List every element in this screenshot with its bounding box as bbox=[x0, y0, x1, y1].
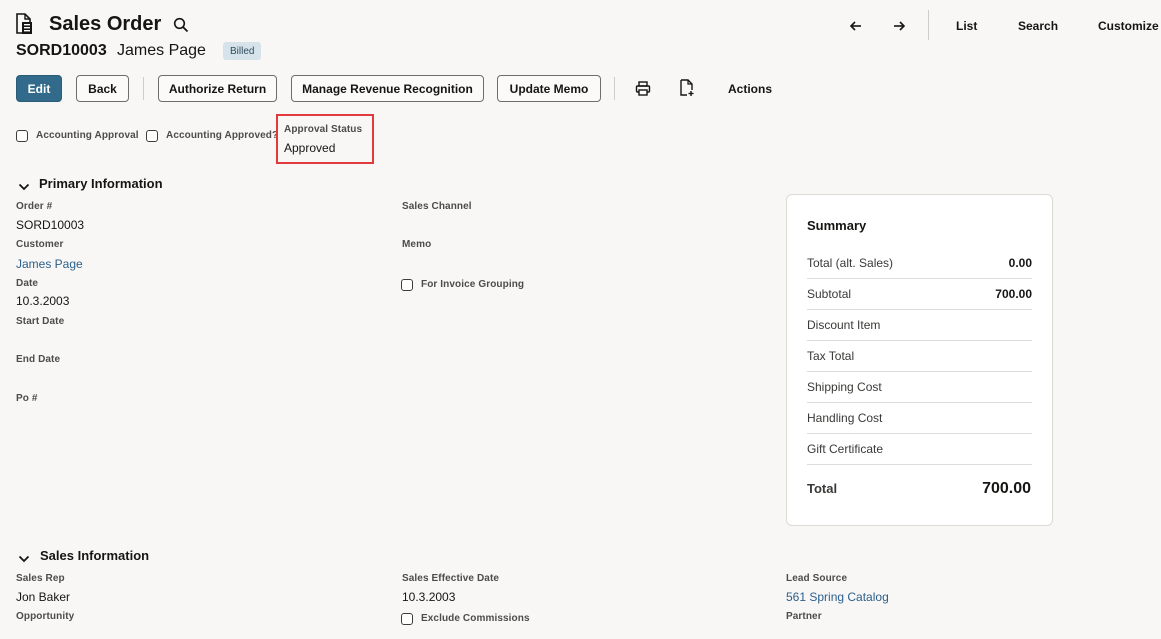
summary-row-value: 700.00 bbox=[995, 287, 1032, 301]
summary-total-value: 700.00 bbox=[982, 480, 1031, 497]
new-document-icon[interactable] bbox=[679, 79, 695, 102]
memo-label: Memo bbox=[402, 239, 432, 250]
summary-row-label: Total (alt. Sales) bbox=[807, 256, 894, 270]
sales-rep-label: Sales Rep bbox=[16, 573, 65, 584]
summary-row-label: Shipping Cost bbox=[807, 380, 882, 394]
actions-menu[interactable]: Actions bbox=[728, 82, 772, 96]
arrow-left-icon[interactable] bbox=[849, 19, 863, 37]
list-link[interactable]: List bbox=[956, 19, 977, 33]
customer-label: Customer bbox=[16, 239, 64, 250]
summary-row: Total (alt. Sales) 0.00 bbox=[807, 248, 1032, 279]
summary-row: Handling Cost bbox=[807, 403, 1032, 434]
page-title: Sales Order bbox=[49, 13, 162, 35]
exclude-commissions-label: Exclude Commissions bbox=[421, 613, 530, 624]
invoice-grouping-label: For Invoice Grouping bbox=[421, 279, 525, 290]
primary-information-title[interactable]: Primary Information bbox=[39, 176, 163, 191]
summary-row-label: Gift Certificate bbox=[807, 442, 884, 456]
date-label: Date bbox=[16, 278, 39, 289]
chevron-down-icon[interactable] bbox=[18, 551, 30, 569]
start-date-label: Start Date bbox=[16, 316, 65, 327]
record-customer-name: James Page bbox=[117, 42, 206, 59]
po-number-label: Po # bbox=[16, 393, 38, 404]
summary-row-value: 0.00 bbox=[1008, 256, 1032, 270]
sales-effective-date-label: Sales Effective Date bbox=[402, 573, 500, 584]
toolbar-divider-2 bbox=[614, 77, 615, 100]
approval-status-value: Approved bbox=[284, 141, 336, 155]
record-id: SORD10003 bbox=[16, 42, 107, 59]
summary-row: Tax Total bbox=[807, 341, 1032, 372]
exclude-commissions-checkbox[interactable] bbox=[401, 613, 413, 625]
lead-source-link[interactable]: 561 Spring Catalog bbox=[786, 590, 889, 604]
accounting-approval-checkbox[interactable] bbox=[16, 130, 28, 142]
summary-row-label: Subtotal bbox=[807, 287, 852, 301]
sales-order-icon bbox=[15, 13, 35, 40]
nav-divider bbox=[928, 10, 929, 40]
opportunity-label: Opportunity bbox=[16, 611, 75, 622]
partner-label: Partner bbox=[786, 611, 822, 622]
order-number-value: SORD10003 bbox=[16, 218, 85, 232]
edit-button[interactable]: Edit bbox=[16, 75, 62, 102]
sales-channel-label: Sales Channel bbox=[402, 201, 472, 212]
end-date-label: End Date bbox=[16, 354, 61, 365]
print-icon[interactable] bbox=[635, 81, 651, 101]
approval-status-highlight bbox=[276, 114, 374, 164]
sales-effective-date-value: 10.3.2003 bbox=[402, 590, 456, 604]
date-value: 10.3.2003 bbox=[16, 294, 70, 308]
summary-row-label: Discount Item bbox=[807, 318, 881, 332]
back-button[interactable]: Back bbox=[76, 75, 129, 102]
authorize-return-button[interactable]: Authorize Return bbox=[158, 75, 277, 102]
accounting-approval-label: Accounting Approval bbox=[36, 130, 139, 141]
summary-row-label: Tax Total bbox=[807, 349, 855, 363]
accounting-approved-label: Accounting Approved? bbox=[166, 130, 279, 141]
summary-card: Summary Total (alt. Sales) 0.00 Subtotal… bbox=[786, 194, 1053, 526]
invoice-grouping-checkbox[interactable] bbox=[401, 279, 413, 291]
approval-status-label: Approval Status bbox=[284, 124, 363, 135]
summary-total-label: Total bbox=[807, 481, 838, 496]
order-number-label: Order # bbox=[16, 201, 53, 212]
customer-link[interactable]: James Page bbox=[16, 257, 83, 271]
arrow-right-icon[interactable] bbox=[892, 19, 906, 37]
search-icon[interactable] bbox=[173, 17, 189, 38]
search-link[interactable]: Search bbox=[1018, 19, 1058, 33]
status-badge: Billed bbox=[223, 42, 262, 60]
summary-title: Summary bbox=[807, 218, 867, 233]
update-memo-button[interactable]: Update Memo bbox=[497, 75, 601, 102]
lead-source-label: Lead Source bbox=[786, 573, 848, 584]
summary-row: Gift Certificate bbox=[807, 434, 1032, 465]
summary-row: Shipping Cost bbox=[807, 372, 1032, 403]
accounting-approved-checkbox[interactable] bbox=[146, 130, 158, 142]
sales-information-title[interactable]: Sales Information bbox=[40, 548, 149, 563]
manage-revenue-recognition-button[interactable]: Manage Revenue Recognition bbox=[291, 75, 484, 102]
customize-link[interactable]: Customize bbox=[1098, 19, 1159, 33]
summary-row: Subtotal 700.00 bbox=[807, 279, 1032, 310]
toolbar-divider bbox=[143, 77, 144, 100]
sales-rep-value: Jon Baker bbox=[16, 590, 71, 604]
chevron-down-icon[interactable] bbox=[18, 179, 30, 197]
summary-row: Discount Item bbox=[807, 310, 1032, 341]
summary-row-label: Handling Cost bbox=[807, 411, 883, 425]
